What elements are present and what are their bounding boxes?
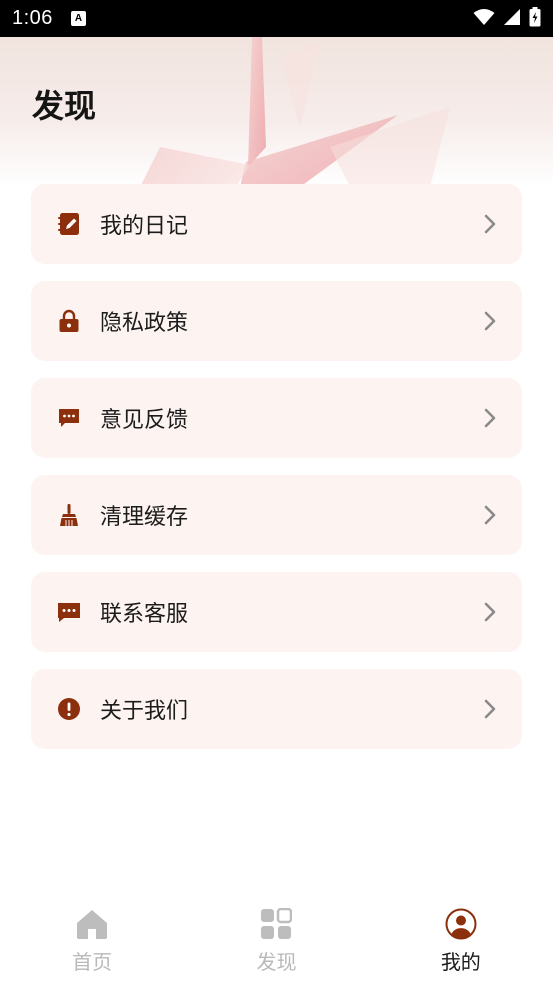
tab-label: 发现	[256, 950, 297, 974]
chevron-right-icon	[482, 503, 498, 527]
chevron-right-icon	[482, 309, 498, 333]
chevron-right-icon	[482, 697, 498, 721]
lock-icon	[57, 309, 81, 333]
menu-item-diary[interactable]: 我的日记	[31, 184, 522, 264]
header-banner: 发现	[0, 37, 553, 187]
grid-icon	[260, 908, 293, 940]
page-title: 发现	[32, 87, 97, 125]
tab-label: 我的	[440, 950, 481, 974]
menu-item-label: 意见反馈	[100, 408, 189, 433]
menu-item-label: 我的日记	[100, 214, 189, 239]
chevron-right-icon	[482, 406, 498, 430]
menu-item-label: 隐私政策	[100, 311, 189, 336]
menu-item-label: 联系客服	[100, 602, 189, 627]
wifi-icon	[473, 8, 495, 30]
support-chat-icon	[57, 600, 81, 624]
battery-icon	[529, 6, 541, 31]
info-alert-icon	[57, 697, 81, 721]
tab-mine[interactable]: 我的	[369, 890, 553, 984]
profile-icon	[445, 908, 477, 940]
broom-icon	[57, 503, 81, 527]
tab-home[interactable]: 首页	[0, 890, 184, 984]
signal-icon	[503, 8, 521, 30]
menu-item-clear-cache[interactable]: 清理缓存	[31, 475, 522, 555]
menu-item-privacy-policy[interactable]: 隐私政策	[31, 281, 522, 361]
home-icon	[76, 908, 108, 940]
settings-menu: 我的日记 隐私政策 意见反馈 清理缓存 联系客服 关于我们	[31, 184, 522, 766]
status-indicators	[473, 6, 541, 31]
chevron-right-icon	[482, 600, 498, 624]
tab-discover[interactable]: 发现	[184, 890, 368, 984]
menu-item-about-us[interactable]: 关于我们	[31, 669, 522, 749]
chevron-right-icon	[482, 212, 498, 236]
diary-icon	[57, 212, 81, 236]
menu-item-feedback[interactable]: 意见反馈	[31, 378, 522, 458]
feedback-chat-icon	[57, 406, 81, 430]
menu-item-label: 清理缓存	[100, 505, 189, 530]
status-bar: 1:06 A	[0, 0, 553, 37]
menu-item-contact-support[interactable]: 联系客服	[31, 572, 522, 652]
status-time: 1:06	[12, 7, 53, 29]
tab-label: 首页	[72, 950, 113, 974]
menu-item-label: 关于我们	[100, 699, 189, 724]
bottom-tab-bar: 首页 发现 我的	[0, 890, 553, 984]
notification-icon: A	[70, 11, 86, 26]
